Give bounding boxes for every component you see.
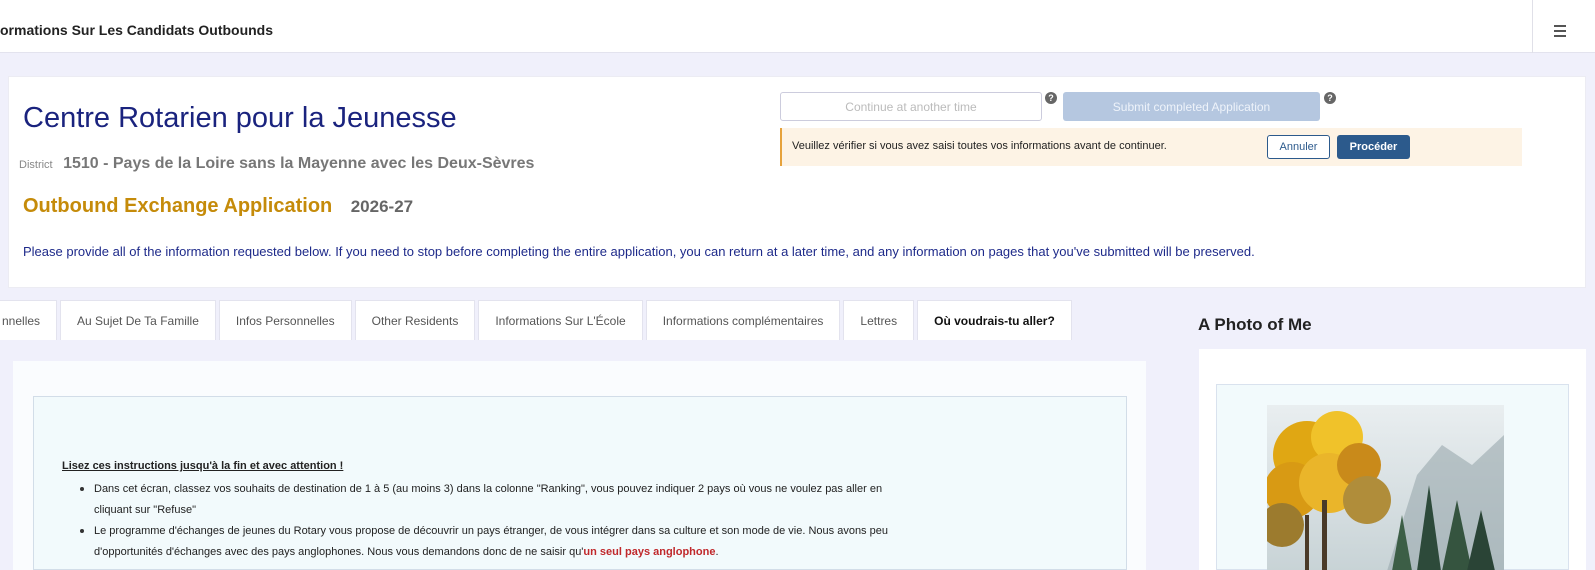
district-value: 1510 - Pays de la Loire sans la Mayenne … [63,155,535,172]
confirm-message: Veuillez vérifier si vous avez saisi tou… [792,140,1167,152]
district-label: District [19,159,53,171]
profile-photo [1267,405,1504,570]
photo-section-title: A Photo of Me [1198,315,1312,334]
district-row: District 1510 - Pays de la Loire sans la… [19,155,534,173]
instructions-list: Dans cet écran, classez vos souhaits de … [76,479,1116,563]
list-item-text: . [715,546,719,558]
tab-personnelles[interactable]: nnelles [0,300,58,340]
instructions-heading: Lisez ces instructions jusqu'à la fin et… [62,460,344,472]
list-item-text: d'opportunités d'échanges avec des pays … [94,546,584,558]
list-item: Dans cet écran, classez vos souhaits de … [76,479,1116,521]
hamburger-menu-icon[interactable] [1548,18,1578,42]
application-title-row: Outbound Exchange Application 2026-27 [23,195,413,218]
tab-destination[interactable]: Où voudrais-tu aller? [917,300,1072,340]
proceed-button[interactable]: Procéder [1337,135,1410,159]
continue-later-button[interactable]: Continue at another time [780,92,1042,121]
section-tabs: nnelles Au Sujet De Ta Famille Infos Per… [0,300,1075,340]
menu-divider [1532,0,1533,53]
tab-infos-complementaires[interactable]: Informations complémentaires [645,300,841,340]
top-bar: ormations Sur Les Candidats Outbounds [0,0,1595,53]
tab-infos-personnelles[interactable]: Infos Personnelles [218,300,352,340]
photo-card [1199,349,1586,570]
photo-frame [1216,384,1569,570]
application-instructions: Please provide all of the information re… [23,244,1255,259]
application-title: Outbound Exchange Application [23,195,333,217]
organization-title: Centre Rotarien pour la Jeunesse [23,102,457,134]
list-item-line: cliquant sur "Refuse" [94,504,196,516]
destination-content-card: Lisez ces instructions jusqu'à la fin et… [13,361,1146,570]
help-icon[interactable]: ? [1045,92,1057,104]
help-icon[interactable]: ? [1324,92,1336,104]
instructions-panel: Lisez ces instructions jusqu'à la fin et… [33,396,1127,570]
cancel-button[interactable]: Annuler [1267,135,1330,159]
application-header-card: Centre Rotarien pour la Jeunesse Distric… [8,76,1586,288]
confirm-alert: Veuillez vérifier si vous avez saisi tou… [780,128,1522,166]
tab-ecole[interactable]: Informations Sur L'École [478,300,643,340]
submit-application-button[interactable]: Submit completed Application [1063,92,1320,121]
list-item: Le programme d'échanges de jeunes du Rot… [76,521,1116,563]
tab-lettres[interactable]: Lettres [843,300,915,340]
page-title: ormations Sur Les Candidats Outbounds [0,22,274,38]
highlight-text: un seul pays anglophone [583,546,716,558]
list-item-line: Le programme d'échanges de jeunes du Rot… [94,525,888,537]
application-year: 2026-27 [350,197,414,216]
list-item-line: Dans cet écran, classez vos souhaits de … [94,483,883,495]
tab-famille[interactable]: Au Sujet De Ta Famille [60,300,216,340]
tab-other-residents[interactable]: Other Residents [354,300,476,340]
list-item-line: d'opportunités d'échanges avec des pays … [94,542,1116,563]
